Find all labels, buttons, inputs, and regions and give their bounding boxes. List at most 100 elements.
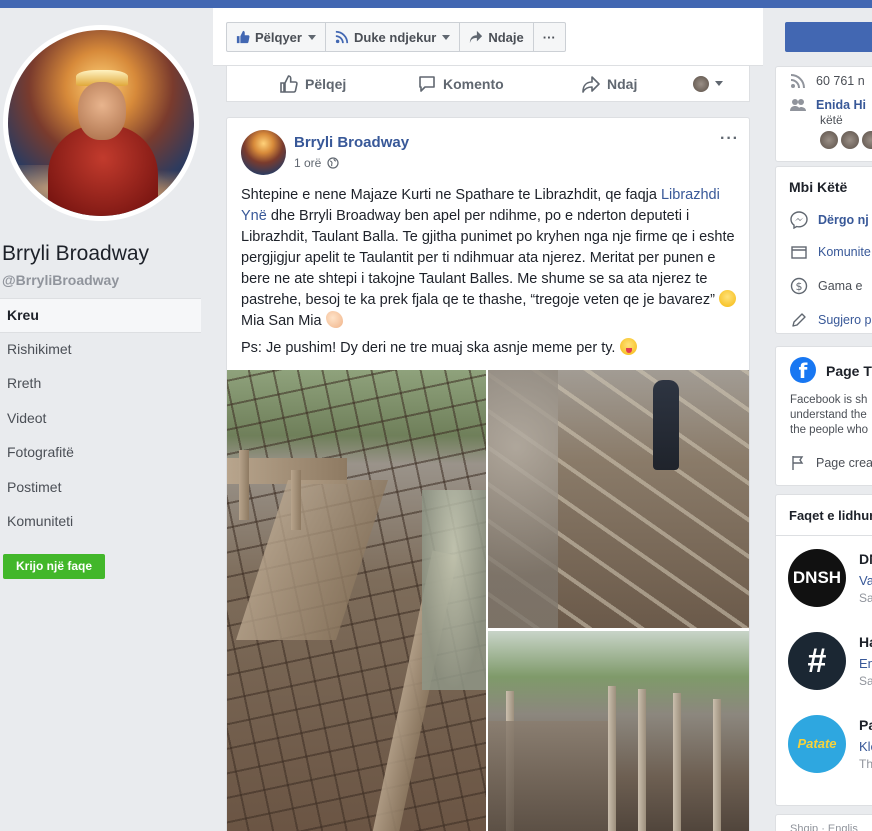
- related-page-name: DN: [859, 551, 872, 567]
- photo-worker-rebar[interactable]: [488, 370, 749, 628]
- dollar-icon: $: [790, 277, 808, 295]
- rss-icon: [335, 30, 349, 44]
- transparency-title: Page T: [826, 363, 872, 379]
- formwork-post: [713, 699, 721, 831]
- about-row-price: $ Gama e: [790, 277, 862, 295]
- more-options-button[interactable]: ···: [534, 23, 565, 51]
- page-handle[interactable]: @BrryliBroadway: [2, 272, 119, 288]
- related-page-avatar: #: [788, 632, 846, 690]
- page-name[interactable]: Brryli Broadway: [2, 242, 149, 266]
- post-text-segment: Ps: Je pushim! Dy deri ne tre muaj ska a…: [241, 340, 620, 356]
- comment-icon: [419, 75, 435, 92]
- nav-item-komuniteti[interactable]: Komuniteti: [0, 505, 201, 540]
- nav-item-videot[interactable]: Videot: [0, 402, 201, 437]
- related-page-like[interactable]: En: [859, 656, 872, 671]
- post-author-avatar[interactable]: [241, 130, 286, 175]
- formwork-post: [638, 689, 646, 831]
- page-action-buttons: Pëlqyer Duke ndjekur Ndaje ···: [226, 22, 566, 52]
- primary-cta-button[interactable]: [785, 22, 872, 52]
- related-page-category: Sa: [859, 674, 872, 688]
- related-page-name: Pa: [859, 717, 872, 733]
- transparency-card: f Page T Facebook is sh understand the t…: [775, 346, 872, 486]
- post-as-avatar: [693, 75, 709, 92]
- related-page-category: Sa: [859, 591, 872, 605]
- page-created-label: Page crea: [816, 456, 872, 470]
- related-pages-card: Faqet e lidhur DNSH DN Va Sa # Ha En Sa …: [775, 494, 872, 806]
- about-row-label: Komunite: [818, 245, 871, 259]
- friend-name-link[interactable]: Enida Hi: [816, 98, 866, 112]
- related-pages-title: Faqet e lidhur: [789, 508, 872, 523]
- related-page-like[interactable]: Va: [859, 573, 872, 588]
- friend-avatar[interactable]: [820, 131, 838, 149]
- concrete-wall: [488, 721, 608, 831]
- friend-avatar[interactable]: [841, 131, 859, 149]
- nav-item-fotografite[interactable]: Fotografitë: [0, 436, 201, 471]
- messenger-icon: [790, 211, 808, 229]
- community-icon: [791, 246, 807, 259]
- divider: [776, 535, 872, 536]
- transparency-line: the people who: [790, 424, 869, 436]
- nav-item-kreu[interactable]: Kreu: [0, 298, 201, 333]
- language-card: Shqip · Englis: [775, 814, 872, 831]
- globe-icon: [327, 157, 339, 169]
- photo-rebar-formwork[interactable]: [227, 370, 486, 831]
- flexed-biceps-emoji-icon: [325, 311, 343, 328]
- left-sidebar: Brryli Broadway @BrryliBroadway Kreu Ris…: [0, 8, 213, 831]
- formwork-plank: [291, 470, 301, 530]
- profile-picture[interactable]: [8, 30, 194, 216]
- language-links[interactable]: Shqip · Englis: [790, 823, 858, 831]
- nav-item-rishikimet[interactable]: Rishikimet: [0, 333, 201, 368]
- following-button[interactable]: Duke ndjekur: [326, 23, 461, 51]
- formwork-post: [673, 693, 681, 831]
- chevron-down-icon: [715, 81, 723, 86]
- post-paragraph-2: Ps: Je pushim! Dy deri ne tre muaj ska a…: [241, 338, 741, 359]
- post-text-segment: Mia San Mia: [241, 313, 326, 329]
- right-column: 60 761 n Enida Hi këtë Mbi Këtë Dërgo nj…: [775, 8, 872, 831]
- friend-likes-row: Enida Hi: [790, 97, 866, 113]
- followers-count: 60 761 n: [816, 74, 865, 88]
- post-options-button[interactable]: ···: [720, 130, 739, 148]
- like-button[interactable]: Pëlqej: [279, 74, 346, 94]
- nav-item-rreth[interactable]: Rreth: [0, 367, 201, 402]
- about-row-label: Dërgo nj: [818, 213, 869, 227]
- svg-text:$: $: [796, 280, 803, 293]
- formwork-post: [608, 686, 616, 831]
- page-created-row[interactable]: Page crea: [790, 455, 872, 471]
- about-row-message[interactable]: Dërgo nj: [790, 211, 869, 229]
- post-time-label[interactable]: 1 orë: [294, 156, 321, 170]
- photo-walls-formwork[interactable]: [488, 631, 749, 831]
- nav-item-postimet[interactable]: Postimet: [0, 471, 201, 506]
- post-as-selector[interactable]: [693, 75, 723, 92]
- stone-wall: [488, 370, 558, 628]
- liked-button[interactable]: Pëlqyer: [227, 23, 326, 51]
- formwork-plank: [239, 450, 249, 520]
- previous-post-actions: Pëlqej Komento Ndaj: [226, 66, 750, 102]
- grin-emoji-icon: [718, 290, 736, 307]
- thumbs-up-icon: [236, 30, 250, 44]
- pencil-icon: [792, 313, 806, 327]
- comment-button[interactable]: Komento: [417, 74, 504, 94]
- liked-label: Pëlqyer: [255, 29, 302, 45]
- followers-row: 60 761 n: [790, 73, 865, 89]
- post-text-segment: dhe Brryli Broadway ben apel per ndihme,…: [241, 208, 735, 308]
- chevron-down-icon: [307, 34, 316, 40]
- transparency-line: Facebook is sh: [790, 394, 868, 406]
- related-page-avatar: Patate: [788, 715, 846, 773]
- create-page-button[interactable]: Krijo një faqe: [3, 554, 105, 579]
- friend-avatars: [820, 131, 872, 149]
- flag-icon: [792, 456, 804, 470]
- post-paragraph-1: Shtepine e nene Majaze Kurti ne Spathare…: [241, 185, 741, 332]
- related-page-category: Th: [859, 757, 872, 771]
- share-page-button[interactable]: Ndaje: [460, 23, 534, 51]
- share-arrow-icon: [582, 75, 600, 93]
- post-text-segment: Shtepine e nene Majaze Kurti ne Spathare…: [241, 187, 661, 203]
- about-row-community[interactable]: Komunite: [790, 243, 871, 261]
- like-label: Pëlqej: [305, 75, 347, 92]
- related-page-like[interactable]: Kle: [859, 739, 872, 754]
- share-button[interactable]: Ndaj: [581, 74, 637, 94]
- post-author-name[interactable]: Brryli Broadway: [294, 134, 409, 151]
- about-row-label: Sugjero p: [818, 313, 872, 327]
- related-page-avatar: DNSH: [788, 549, 846, 607]
- about-row-suggest[interactable]: Sugjero p: [790, 311, 872, 329]
- friend-avatar[interactable]: [862, 131, 872, 149]
